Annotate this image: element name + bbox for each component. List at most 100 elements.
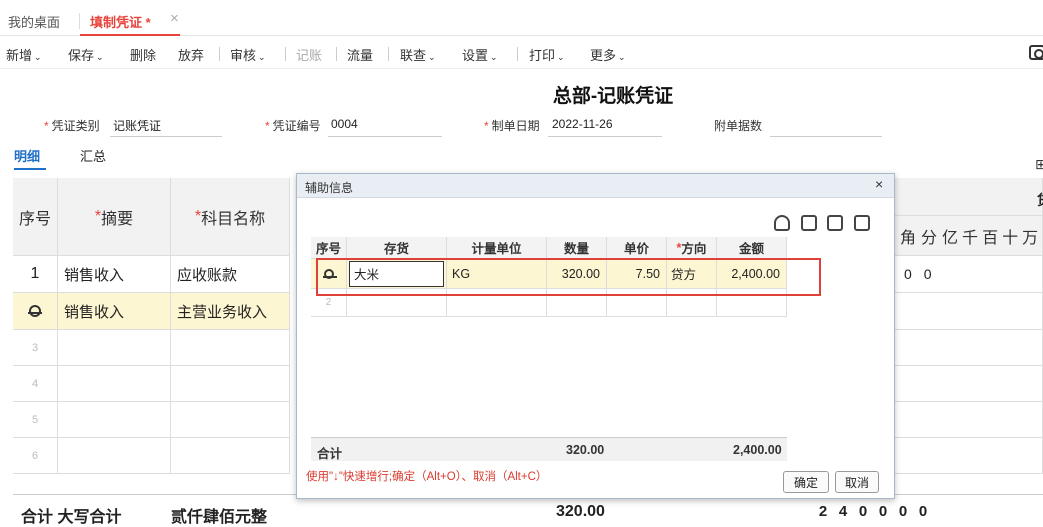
row-summary[interactable]: 销售收入 (58, 256, 171, 293)
dialog-sum-amount: 2,400.00 (733, 443, 782, 457)
row-pointer-icon (28, 305, 42, 317)
credit-header-fragment: 贷 (1037, 190, 1043, 210)
col-header-item: 存货 (347, 237, 447, 259)
add-row-icon[interactable] (801, 215, 817, 231)
digit-header: 亿 (942, 229, 959, 247)
col-header-qty: 数量 (547, 237, 607, 259)
number-label: * 凭证编号 (265, 119, 321, 133)
row-summary[interactable] (58, 330, 171, 366)
category-label: * 凭证类别 (44, 119, 100, 133)
dialog-header: 辅助信息 × (297, 174, 894, 198)
date-underline (548, 136, 662, 137)
row-account[interactable] (171, 366, 290, 402)
camera-icon[interactable] (1029, 45, 1043, 60)
col-header-unit: 计量单位 (447, 237, 547, 259)
digit-header: 万 (1022, 229, 1039, 247)
row-summary[interactable] (58, 366, 171, 402)
dialog-sum-label: 合计 (317, 447, 343, 461)
row-amount[interactable] (895, 366, 1043, 402)
row-amount[interactable] (895, 293, 1043, 330)
tab-bar: 我的桌面 填制凭证 * × (0, 0, 1043, 36)
category-field[interactable]: 记账凭证 (113, 117, 161, 134)
tab-summary[interactable]: 汇总 (80, 146, 106, 165)
header-seq: 序号 (13, 178, 58, 256)
header-summary: * 摘要 (58, 178, 171, 256)
row-seq: 4 (13, 366, 58, 402)
more-button[interactable]: 更多 ⌄ (590, 45, 626, 64)
totals-digit: 4 (838, 503, 848, 520)
row-account[interactable] (171, 438, 290, 474)
print-button[interactable]: 打印 ⌄ (529, 45, 565, 64)
audit-button[interactable]: 审核 ⌄ (230, 45, 266, 64)
toolbar: 新增 ⌄ 保存 ⌄ 删除 放弃 审核 ⌄ 记账 流量 联查 ⌄ 设置 ⌄ 打印 ⌄ 更多 ⌄ (0, 37, 1043, 69)
column-settings-icon[interactable]: ⊞ (1035, 156, 1043, 173)
query-button[interactable]: 联查 ⌄ (400, 45, 436, 64)
date-field[interactable]: 2022-11-26 (552, 117, 613, 131)
settings-button[interactable]: 设置 ⌄ (462, 45, 498, 64)
row-summary[interactable] (58, 438, 171, 474)
digit-header: 千 (962, 229, 979, 247)
row-amount[interactable] (895, 438, 1043, 474)
header-account: * 科目名称 (171, 178, 290, 256)
toolbar-divider (517, 47, 518, 61)
totals-uppercase: 贰仟肆佰元整 (171, 509, 268, 526)
discard-button[interactable]: 放弃 (178, 45, 204, 64)
save-button[interactable]: 保存 ⌄ (68, 45, 104, 64)
delete-button[interactable]: 删除 (130, 45, 156, 64)
row-amount[interactable]: 00 (895, 256, 1043, 293)
col-header-direction: * 方向 (667, 237, 717, 259)
category-underline (110, 136, 222, 137)
digit-header: 分 (921, 229, 938, 247)
attachments-label: 附单据数 (714, 119, 763, 133)
toolbar-divider (388, 47, 389, 61)
row-amount[interactable] (895, 330, 1043, 366)
totals-label: 合计 大写合计 (21, 509, 122, 526)
cancel-button[interactable]: 取消 (835, 471, 879, 493)
totals-digit: 0 (858, 503, 868, 520)
row-summary[interactable]: 销售收入 (58, 293, 171, 330)
row-seq: 1 (13, 256, 58, 293)
totals-quantity: 320.00 (556, 503, 605, 520)
active-tab-indicator (80, 34, 180, 36)
cashflow-button[interactable]: 流量 (347, 45, 373, 64)
row-amount[interactable] (895, 402, 1043, 438)
row-summary[interactable] (58, 402, 171, 438)
row-account[interactable] (171, 402, 290, 438)
number-underline (328, 136, 442, 137)
tab-detail[interactable]: 明细 (14, 146, 40, 165)
ok-button[interactable]: 确定 (783, 471, 829, 493)
col-header-price: 单价 (607, 237, 667, 259)
toolbar-divider (219, 47, 220, 61)
tab-close-icon[interactable]: × (170, 10, 179, 27)
row-selector[interactable] (13, 293, 58, 330)
insert-row-icon[interactable] (854, 215, 870, 231)
tab-divider (79, 13, 80, 29)
highlight-box (316, 258, 821, 296)
close-icon[interactable]: × (875, 176, 883, 192)
new-button[interactable]: 新增 ⌄ (6, 45, 42, 64)
post-button[interactable]: 记账 (296, 45, 322, 64)
totals-digit: 0 (918, 503, 928, 520)
money-bag-icon[interactable] (774, 215, 790, 231)
number-field[interactable]: 0004 (331, 117, 358, 131)
digit-header: 角 (900, 229, 917, 247)
toolbar-divider (336, 47, 337, 61)
attachments-underline (770, 136, 882, 137)
dialog-totals: 合计 320.00 2,400.00 (311, 437, 787, 461)
row-account[interactable] (171, 330, 290, 366)
header-amount-group (895, 178, 1043, 216)
dialog-title: 辅助信息 (305, 181, 354, 195)
copy-icon[interactable] (827, 215, 843, 231)
tab-desktop[interactable]: 我的桌面 (8, 12, 60, 31)
dialog-sum-qty: 320.00 (566, 443, 605, 457)
row-account[interactable]: 主营业务收入 (171, 293, 290, 330)
row-seq: 6 (13, 438, 58, 474)
totals-digit: 2 (818, 503, 828, 520)
tab-voucher-entry[interactable]: 填制凭证 * (90, 12, 151, 31)
totals-digit: 0 (878, 503, 888, 520)
row-seq: 5 (13, 402, 58, 438)
row-account[interactable]: 应收账款 (171, 256, 290, 293)
subtab-indicator (14, 168, 46, 170)
toolbar-divider (285, 47, 286, 61)
amount-digit-headers: 角 分 亿 千 百 十 万 (895, 216, 1043, 256)
